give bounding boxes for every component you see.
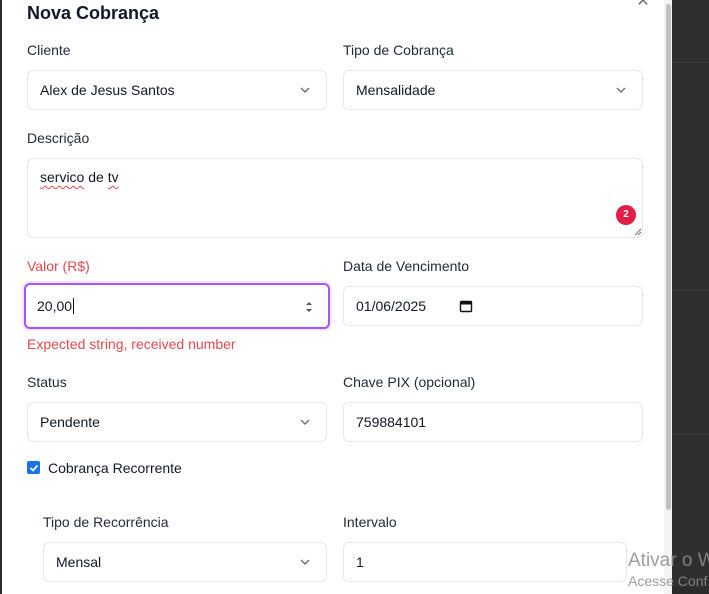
descricao-textarea[interactable]: servico de tv bbox=[27, 158, 643, 238]
grammar-badge[interactable]: 2 bbox=[616, 205, 636, 225]
chevron-down-icon bbox=[300, 419, 310, 426]
status-value: Pendente bbox=[40, 414, 100, 430]
chevron-down-icon bbox=[300, 87, 310, 94]
number-stepper-icon[interactable] bbox=[304, 299, 314, 315]
close-icon[interactable]: ✕ bbox=[635, 0, 651, 10]
descricao-label: Descrição bbox=[27, 130, 90, 146]
scrollbar-thumb[interactable] bbox=[666, 4, 671, 510]
cliente-label: Cliente bbox=[27, 42, 71, 58]
intervalo-input[interactable]: 1 bbox=[343, 542, 627, 582]
status-label: Status bbox=[27, 374, 67, 390]
tipo-cobranca-value: Mensalidade bbox=[356, 82, 436, 98]
data-vencimento-label: Data de Vencimento bbox=[343, 258, 470, 274]
recorrente-label[interactable]: Cobrança Recorrente bbox=[48, 460, 182, 476]
intervalo-value: 1 bbox=[356, 554, 364, 570]
chevron-down-icon bbox=[300, 559, 310, 566]
dialog-title: Nova Cobrança bbox=[27, 3, 160, 23]
chave-pix-input[interactable]: 759884101 bbox=[343, 402, 643, 442]
description-word: tv bbox=[107, 169, 119, 185]
calendar-icon[interactable] bbox=[459, 299, 473, 313]
chave-pix-label: Chave PIX (opcional) bbox=[343, 374, 476, 390]
checkmark-icon bbox=[29, 464, 38, 472]
tipo-recorrencia-label: Tipo de Recorrência bbox=[43, 514, 169, 530]
valor-input[interactable]: 20,00 bbox=[24, 283, 330, 329]
description-word: de bbox=[84, 169, 108, 185]
tipo-recorrencia-value: Mensal bbox=[56, 554, 102, 570]
backdrop-line bbox=[672, 434, 709, 435]
text-cursor bbox=[73, 298, 75, 314]
activation-watermark: Ativar o W bbox=[628, 550, 709, 571]
valor-value: 20,00 bbox=[37, 298, 73, 314]
tipo-cobranca-label: Tipo de Cobrança bbox=[343, 42, 454, 58]
description-word: servico bbox=[40, 169, 85, 185]
recorrente-checkbox[interactable] bbox=[27, 461, 40, 474]
tipo-cobranca-select[interactable]: Mensalidade bbox=[343, 70, 643, 110]
backdrop bbox=[672, 0, 709, 587]
backdrop-line bbox=[672, 290, 709, 291]
resize-handle-icon[interactable] bbox=[634, 228, 642, 236]
new-charge-dialog: Nova Cobrança ✕ Cliente Alex de Jesus Sa… bbox=[2, 0, 672, 594]
valor-error-message: Expected string, received number bbox=[27, 336, 236, 352]
chevron-down-icon bbox=[616, 87, 626, 94]
intervalo-label: Intervalo bbox=[343, 514, 397, 530]
chave-pix-value: 759884101 bbox=[356, 414, 427, 430]
status-select[interactable]: Pendente bbox=[27, 402, 327, 442]
data-vencimento-input[interactable]: 01/06/2025 bbox=[343, 286, 643, 326]
valor-label: Valor (R$) bbox=[27, 258, 90, 274]
cliente-value: Alex de Jesus Santos bbox=[40, 82, 175, 98]
tipo-recorrencia-select[interactable]: Mensal bbox=[43, 542, 327, 582]
cliente-select[interactable]: Alex de Jesus Santos bbox=[27, 70, 327, 110]
backdrop-line bbox=[672, 62, 709, 63]
data-vencimento-value: 01/06/2025 bbox=[356, 298, 427, 314]
